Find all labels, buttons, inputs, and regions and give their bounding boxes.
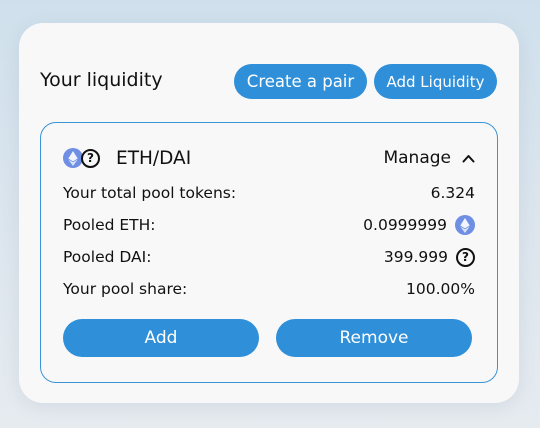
pool-share-row: Your pool share: 100.00% — [63, 279, 475, 299]
manage-label: Manage — [383, 148, 451, 168]
question-icon: ? — [81, 148, 100, 168]
liquidity-card: Your liquidity Create a pair Add Liquidi… — [19, 23, 519, 403]
row-label: Pooled ETH: — [63, 216, 156, 234]
remove-button[interactable]: Remove — [276, 319, 472, 357]
row-label: Your pool share: — [63, 280, 188, 298]
question-icon: ? — [456, 247, 475, 267]
pair-name: ETH/DAI — [116, 147, 192, 169]
pool-tokens-row: Your total pool tokens: 6.324 — [63, 183, 475, 203]
row-value: 6.324 — [430, 184, 475, 202]
create-pair-button[interactable]: Create a pair — [234, 64, 367, 99]
row-value: 100.00% — [406, 280, 475, 298]
add-button[interactable]: Add — [63, 319, 259, 357]
row-value: 0.0999999 — [363, 216, 447, 234]
row-label: Pooled DAI: — [63, 248, 152, 266]
row-label: Your total pool tokens: — [63, 184, 237, 202]
add-liquidity-button[interactable]: Add Liquidity — [374, 64, 497, 99]
row-value: 399.999 — [383, 248, 448, 266]
eth-icon — [63, 148, 83, 168]
pooled-eth-row: Pooled ETH: 0.0999999 — [63, 215, 475, 235]
eth-icon — [455, 215, 475, 235]
pooled-dai-row: Pooled DAI: 399.999 ? — [63, 247, 475, 267]
pool-position-card: ? ETH/DAI Manage Your total pool tokens:… — [40, 122, 498, 383]
chevron-up-icon — [461, 151, 475, 165]
pair-header: ? ETH/DAI — [63, 147, 191, 169]
manage-toggle[interactable]: Manage — [383, 147, 475, 169]
page-title: Your liquidity — [40, 69, 163, 91]
